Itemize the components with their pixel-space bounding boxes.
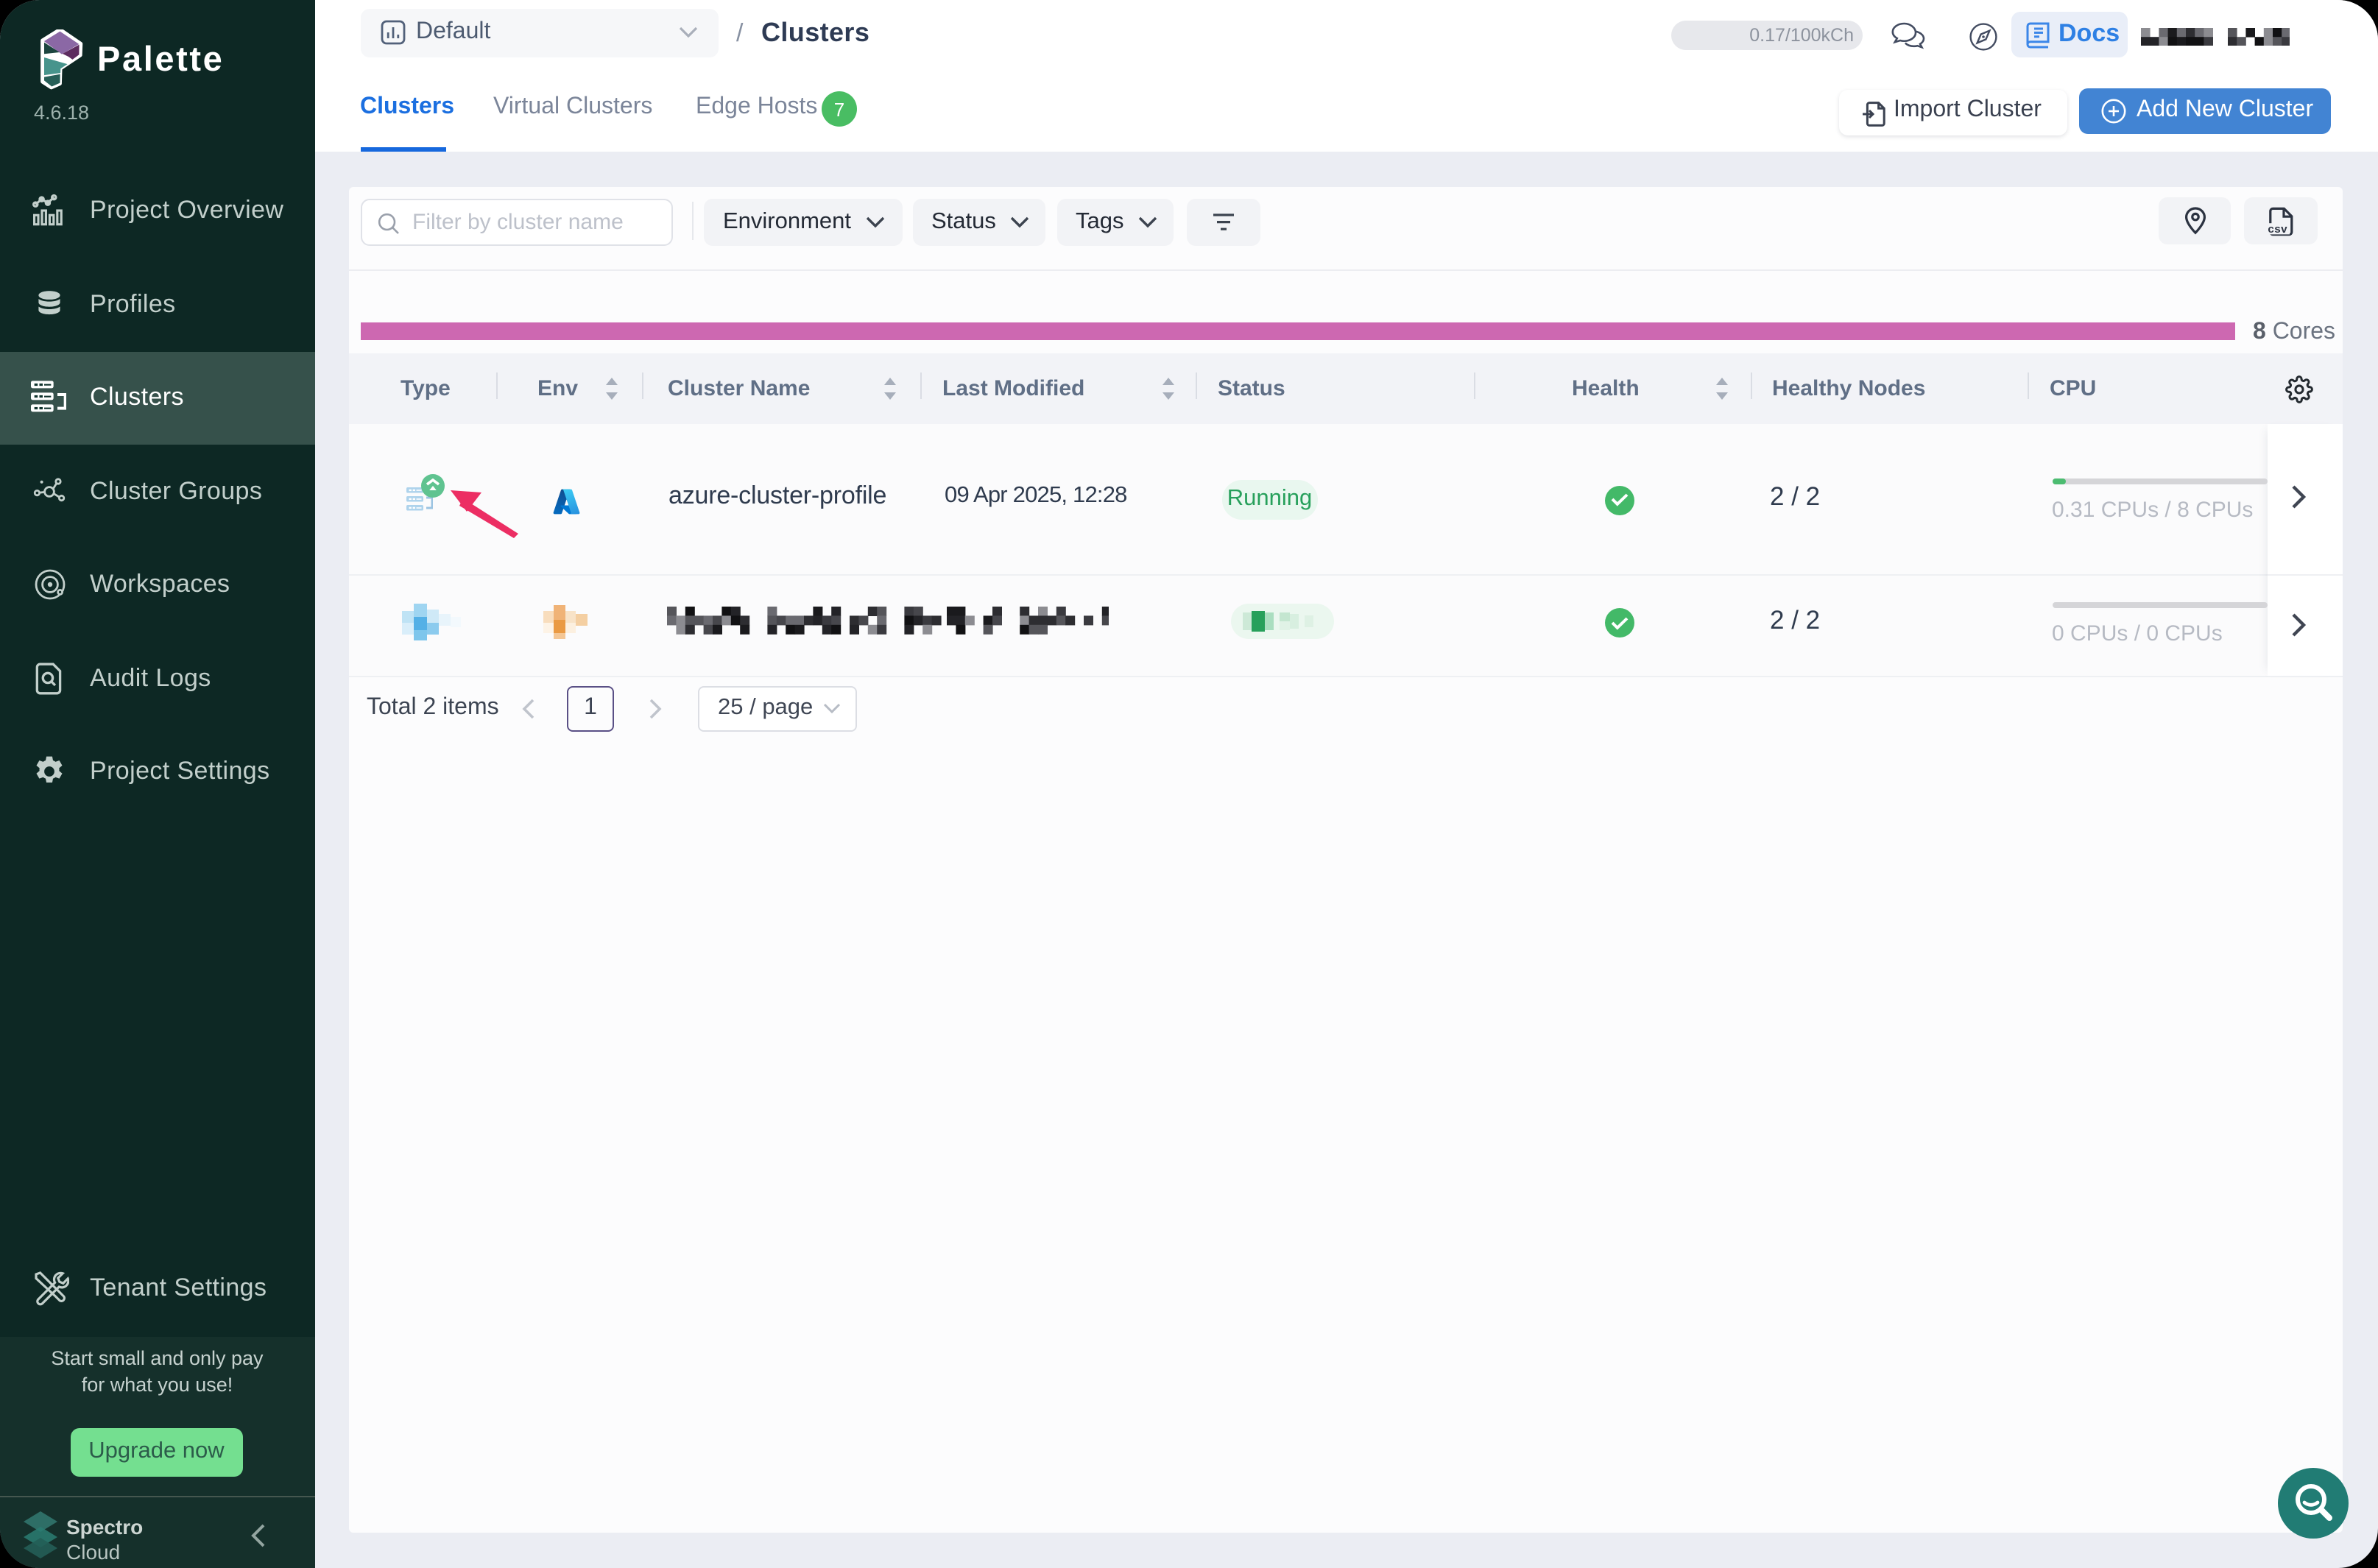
svg-text:csv: csv (2268, 222, 2287, 235)
